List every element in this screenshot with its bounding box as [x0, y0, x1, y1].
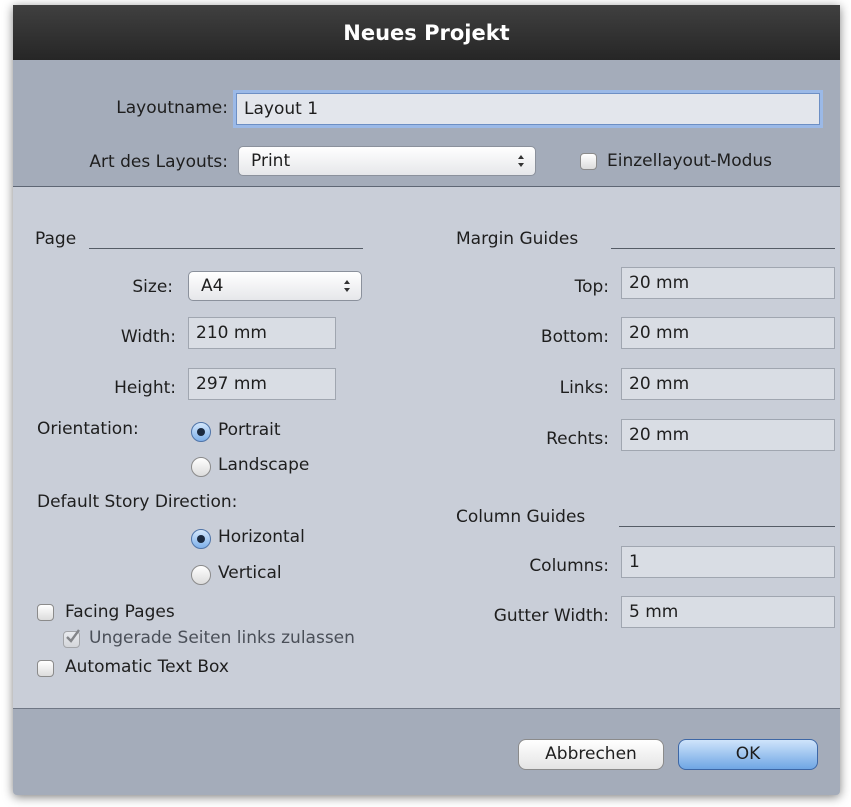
- automatic-text-box-checkbox[interactable]: [37, 660, 54, 677]
- select-arrows-icon: [344, 280, 350, 292]
- columns-label: Columns:: [529, 556, 609, 576]
- automatic-text-box-label: Automatic Text Box: [65, 657, 229, 677]
- vertical-radio[interactable]: [191, 565, 211, 585]
- layout-type-value: Print: [251, 151, 291, 171]
- column-guides-heading: Column Guides: [456, 507, 586, 527]
- layout-name-input[interactable]: Layout 1: [236, 93, 820, 125]
- odd-pages-left-label: Ungerade Seiten links zulassen: [89, 628, 355, 648]
- height-field[interactable]: 297 mm: [188, 368, 336, 400]
- radio-dot-icon: [197, 535, 205, 543]
- margin-left-field[interactable]: 20 mm: [621, 368, 835, 400]
- size-value: A4: [201, 276, 224, 296]
- orientation-label: Orientation:: [37, 419, 139, 439]
- horizontal-label: Horizontal: [218, 527, 305, 547]
- landscape-radio[interactable]: [191, 457, 211, 477]
- odd-pages-left-checkbox[interactable]: [63, 629, 80, 648]
- dialog-title: Neues Projekt: [343, 20, 510, 45]
- dialog-buttons-section: Abbrechen OK: [13, 709, 840, 795]
- margin-top-label: Top:: [574, 277, 609, 297]
- size-label: Size:: [132, 277, 173, 297]
- layout-type-label: Art des Layouts:: [89, 152, 228, 172]
- margin-bottom-field[interactable]: 20 mm: [621, 317, 835, 349]
- width-field[interactable]: 210 mm: [188, 317, 336, 349]
- margin-guides-heading-rule: [611, 248, 835, 249]
- vertical-label: Vertical: [218, 563, 282, 583]
- portrait-radio[interactable]: [191, 422, 211, 442]
- horizontal-radio[interactable]: [191, 529, 211, 549]
- margin-right-label: Rechts:: [546, 429, 609, 449]
- width-label: Width:: [120, 327, 176, 347]
- page-heading: Page: [35, 229, 77, 249]
- height-label: Height:: [114, 378, 176, 398]
- margin-left-label: Links:: [559, 378, 609, 398]
- layout-settings-section: Layoutname: Layout 1 Art des Layouts: Pr…: [13, 60, 840, 187]
- checkmark-icon: [66, 629, 80, 643]
- page-settings-section: Page Size: A4 Width: 210 mm Height: 297 …: [13, 187, 840, 709]
- landscape-label: Landscape: [218, 455, 310, 475]
- portrait-label: Portrait: [218, 420, 281, 440]
- single-layout-mode-label: Einzellayout-Modus: [607, 151, 773, 171]
- columns-field[interactable]: 1: [621, 546, 835, 578]
- gutter-width-label: Gutter Width:: [493, 606, 609, 626]
- gutter-width-field[interactable]: 5 mm: [621, 596, 835, 628]
- layout-type-select[interactable]: Print: [238, 146, 536, 176]
- radio-dot-icon: [197, 428, 205, 436]
- column-guides-heading-rule: [619, 526, 835, 527]
- layout-name-label: Layoutname:: [116, 98, 228, 118]
- cancel-button[interactable]: Abbrechen: [518, 739, 664, 770]
- ok-button[interactable]: OK: [678, 739, 818, 770]
- facing-pages-checkbox[interactable]: [37, 604, 54, 621]
- margin-guides-heading: Margin Guides: [456, 229, 579, 249]
- margin-bottom-label: Bottom:: [540, 327, 609, 347]
- select-arrows-icon: [518, 155, 524, 167]
- single-layout-mode-checkbox[interactable]: [580, 153, 597, 170]
- facing-pages-label: Facing Pages: [65, 602, 175, 622]
- page-heading-rule: [89, 248, 363, 249]
- story-direction-label: Default Story Direction:: [37, 492, 238, 512]
- new-project-dialog: Neues Projekt Layoutname: Layout 1 Art d…: [13, 5, 840, 795]
- margin-right-field[interactable]: 20 mm: [621, 419, 835, 451]
- size-select[interactable]: A4: [188, 271, 362, 301]
- title-bar: Neues Projekt: [13, 5, 840, 60]
- margin-top-field[interactable]: 20 mm: [621, 267, 835, 299]
